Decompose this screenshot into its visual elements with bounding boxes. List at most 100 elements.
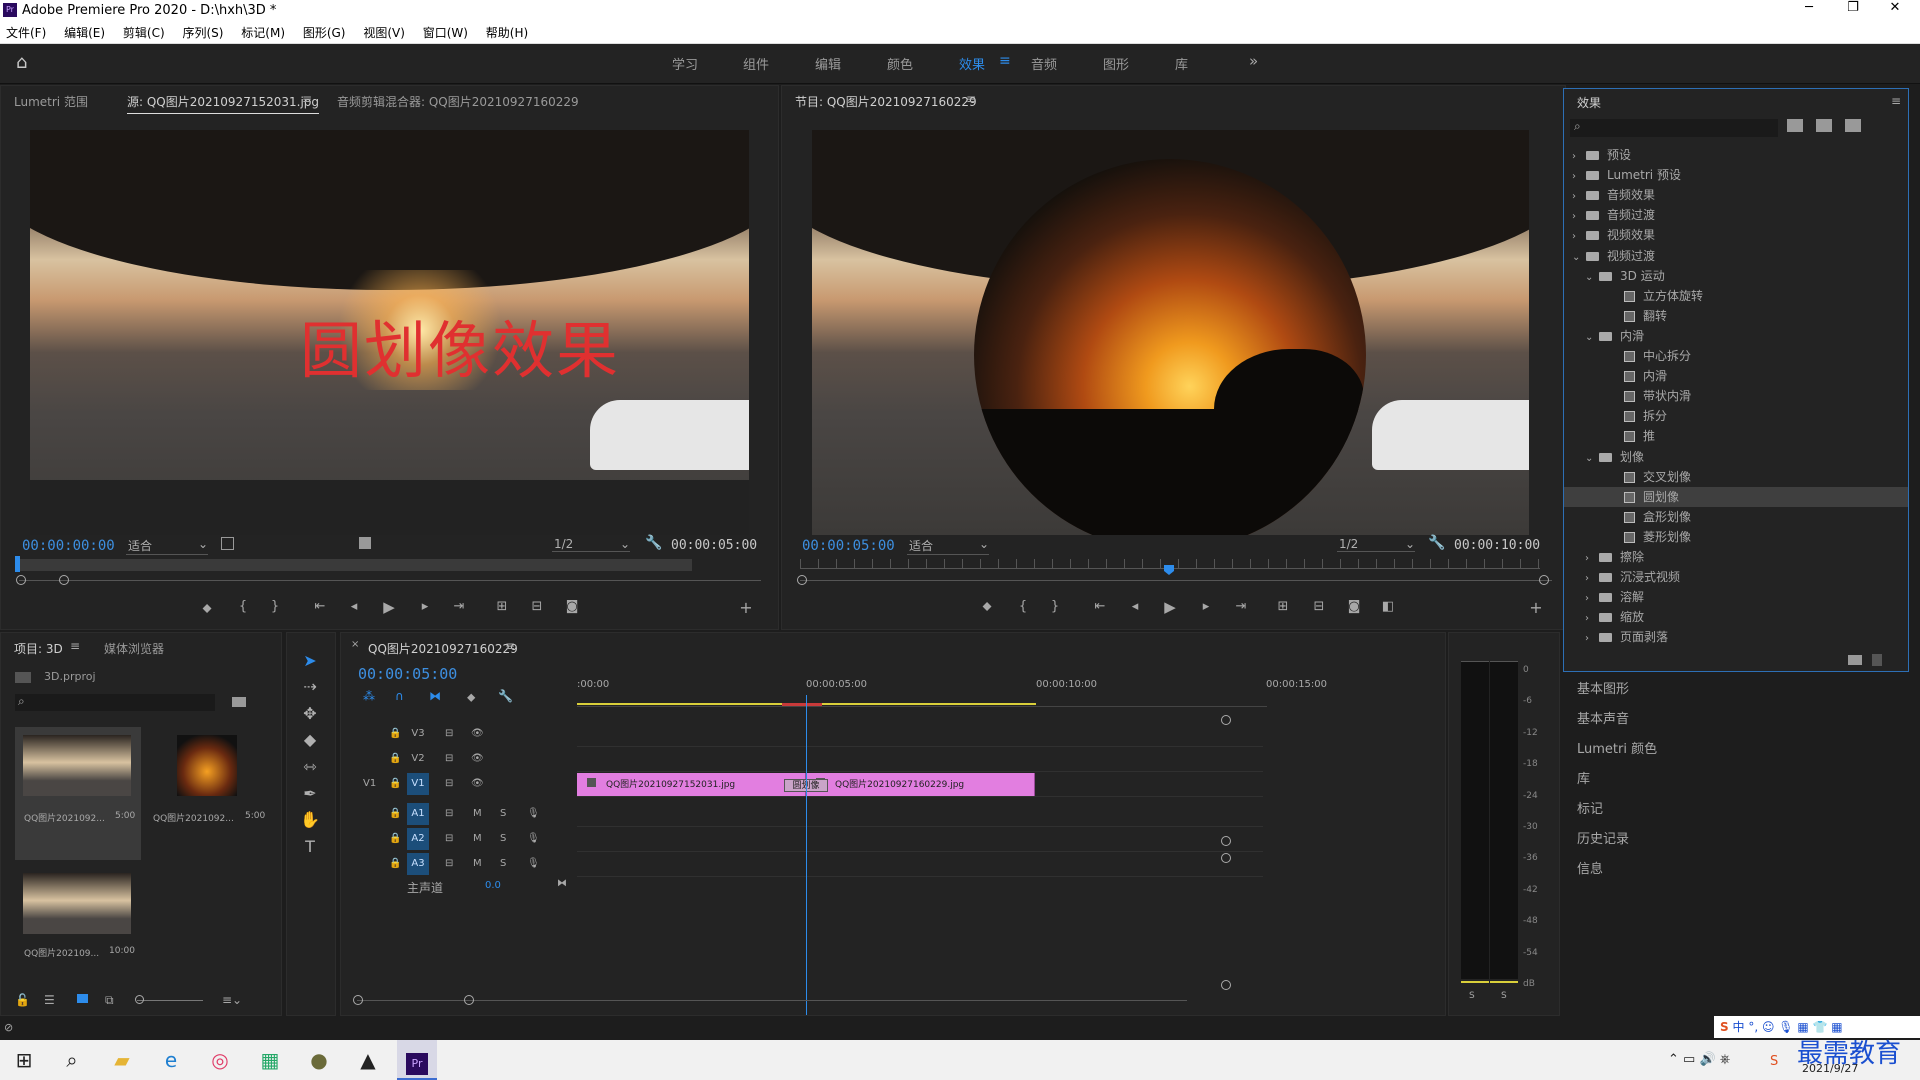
sort-icon[interactable]: ≡⌄ [222,993,242,1007]
snap-icon[interactable]: ∩ [395,689,404,703]
chevron-down-icon[interactable]: ⌄ [1585,449,1599,469]
freeform-view-icon[interactable]: ⧉ [105,993,114,1008]
panel-essential-sound[interactable]: 基本声音 [1577,708,1629,727]
zoom-slider-handle[interactable] [135,995,144,1004]
effects-folder[interactable]: › 页面剥落 [1564,627,1908,647]
menu-view[interactable]: 视图(V) [363,26,405,40]
timeline-playhead[interactable] [806,695,808,1015]
delete-icon[interactable] [1872,654,1882,666]
tray-icons[interactable]: ⌃ ▭ 🔊 ⎈ [1668,1052,1730,1067]
accelerated-effects-icon[interactable] [1787,119,1803,132]
workspace-effects[interactable]: 效果 [959,54,985,73]
tab-sequence[interactable]: QQ图片20210927160229 [368,640,518,657]
go-to-out-button[interactable]: ⇥ [1231,599,1251,614]
menu-sequence[interactable]: 序列(S) [182,26,223,40]
effects-folder[interactable]: ⌄ 3D 运动 [1564,266,1908,286]
hand-tool-icon[interactable]: ✋ [297,810,323,834]
effect-item[interactable]: 推 [1564,426,1908,446]
zoom-handle-right[interactable] [59,575,69,585]
close-tab-icon[interactable]: × [351,639,359,650]
microphone-icon[interactable]: 🎙 [527,808,540,819]
effects-folder[interactable]: ⌄ 内滑 [1564,326,1908,346]
chevron-right-icon[interactable]: › [1572,167,1586,187]
new-bin-from-search-icon[interactable] [232,697,246,707]
panel-lumetri-color[interactable]: Lumetri 颜色 [1577,738,1657,757]
scroll-handle-right[interactable] [464,995,474,1005]
project-item[interactable]: QQ图片2021092... 5:00 [147,727,273,860]
program-fit-dropdown[interactable]: 适合 ⌄ [907,537,989,555]
effects-menu-icon[interactable]: ≡ [1891,94,1901,108]
razor-tool-icon[interactable]: ◆ [297,730,323,754]
microphone-icon[interactable]: 🎙 [527,858,540,869]
effects-folder[interactable]: ⌄ 划像 [1564,447,1908,467]
mute-button[interactable]: M [473,833,482,844]
effect-item[interactable]: 圆划像 [1564,486,1908,507]
vertical-scroll-handle[interactable] [1221,853,1231,863]
effects-folder[interactable]: › 缩放 [1564,607,1908,627]
solo-button[interactable]: S [500,833,506,844]
mark-in-button[interactable]: { [1013,599,1033,614]
track-lock-icon[interactable]: 🔒 [389,753,401,764]
effects-search-input[interactable] [1570,119,1778,137]
sync-lock-icon[interactable]: ⊟ [445,778,453,789]
effects-folder[interactable]: › Lumetri 预设 [1564,165,1908,185]
source-settings-icon[interactable] [221,537,234,550]
eye-icon[interactable]: 👁 [471,753,484,764]
track-target-v1[interactable]: V1 [407,773,429,795]
solo-left-button[interactable]: S [1469,991,1475,1001]
wrench-icon[interactable]: 🔧 [645,535,662,551]
effect-item[interactable]: 中心拆分 [1564,346,1908,366]
track-target-a3[interactable]: A3 [407,853,429,875]
minimize-icon[interactable]: ─ [1794,0,1824,15]
eye-icon[interactable]: 👁 [471,778,484,789]
effect-item[interactable]: 菱形划像 [1564,527,1908,547]
menu-edit[interactable]: 编辑(E) [64,26,105,40]
mute-button[interactable]: M [473,808,482,819]
timeline-settings-icon[interactable]: 🔧 [498,689,513,703]
effect-item[interactable]: 内滑 [1564,366,1908,386]
menu-marker[interactable]: 标记(M) [241,26,285,40]
track-lock-icon[interactable]: 🔒 [389,808,401,819]
project-tab-menu-icon[interactable]: ≡ [70,639,80,653]
program-playhead[interactable] [1164,565,1174,575]
source-fit-dropdown[interactable]: 适合 ⌄ [126,537,208,555]
tab-audio-clip-mixer[interactable]: 音频剪辑混合器: QQ图片20210927160229 [337,93,579,110]
lift-button[interactable]: ⊞ [1273,599,1293,614]
source-scrub-bar[interactable] [18,559,692,571]
program-resolution-dropdown[interactable]: 1/2 ⌄ [1337,537,1415,552]
workspace-learn[interactable]: 学习 [672,54,698,73]
workspace-menu-icon[interactable]: ≡ [999,53,1011,69]
add-marker-button[interactable]: ⬥ [977,599,997,614]
timeline-timecode[interactable]: 00:00:05:00 [358,665,457,683]
eye-icon[interactable]: 👁 [471,728,484,739]
play-button[interactable]: ▶ [1160,598,1180,616]
track-select-tool-icon[interactable]: ⇢ [297,677,323,701]
mark-out-button[interactable]: } [1045,599,1065,614]
go-to-out-button[interactable]: ⇥ [449,599,469,614]
menu-window[interactable]: 窗口(W) [423,26,468,40]
add-marker-button[interactable]: ⬥ [197,601,217,616]
more-workspaces-icon[interactable]: » [1249,52,1258,70]
extract-button[interactable]: ⊟ [1309,599,1329,614]
effect-item[interactable]: 交叉划像 [1564,467,1908,487]
search-icon[interactable]: ⌕ [52,1040,92,1080]
icon-view-icon[interactable] [77,994,88,1003]
source-add-button[interactable]: + [736,598,756,617]
chevron-down-icon[interactable]: ⌄ [1585,328,1599,348]
photos-icon[interactable]: ▲ [348,1040,388,1080]
microphone-icon[interactable]: 🎙 [527,833,540,844]
step-back-button[interactable]: ◂ [344,599,364,614]
track-lock-icon[interactable]: 🔒 [389,778,401,789]
source-zoom-bar[interactable] [19,580,761,581]
track-lock-icon[interactable]: 🔒 [389,833,401,844]
lock-icon[interactable]: 🔓 [15,993,30,1007]
panel-history[interactable]: 历史记录 [1577,828,1629,847]
timeline-scrollbar[interactable] [357,1000,1187,1001]
add-marker-icon[interactable]: ⬥ [467,690,475,705]
effects-folder[interactable]: › 溶解 [1564,587,1908,607]
chevron-right-icon[interactable]: › [1572,147,1586,167]
menu-help[interactable]: 帮助(H) [486,26,528,40]
chevron-right-icon[interactable]: › [1585,589,1599,609]
ime-toolbar[interactable]: S 中 °, ☺ 🎙 ▦ 👕 ▦ [1714,1016,1920,1038]
vertical-scroll-handle[interactable] [1221,980,1231,990]
